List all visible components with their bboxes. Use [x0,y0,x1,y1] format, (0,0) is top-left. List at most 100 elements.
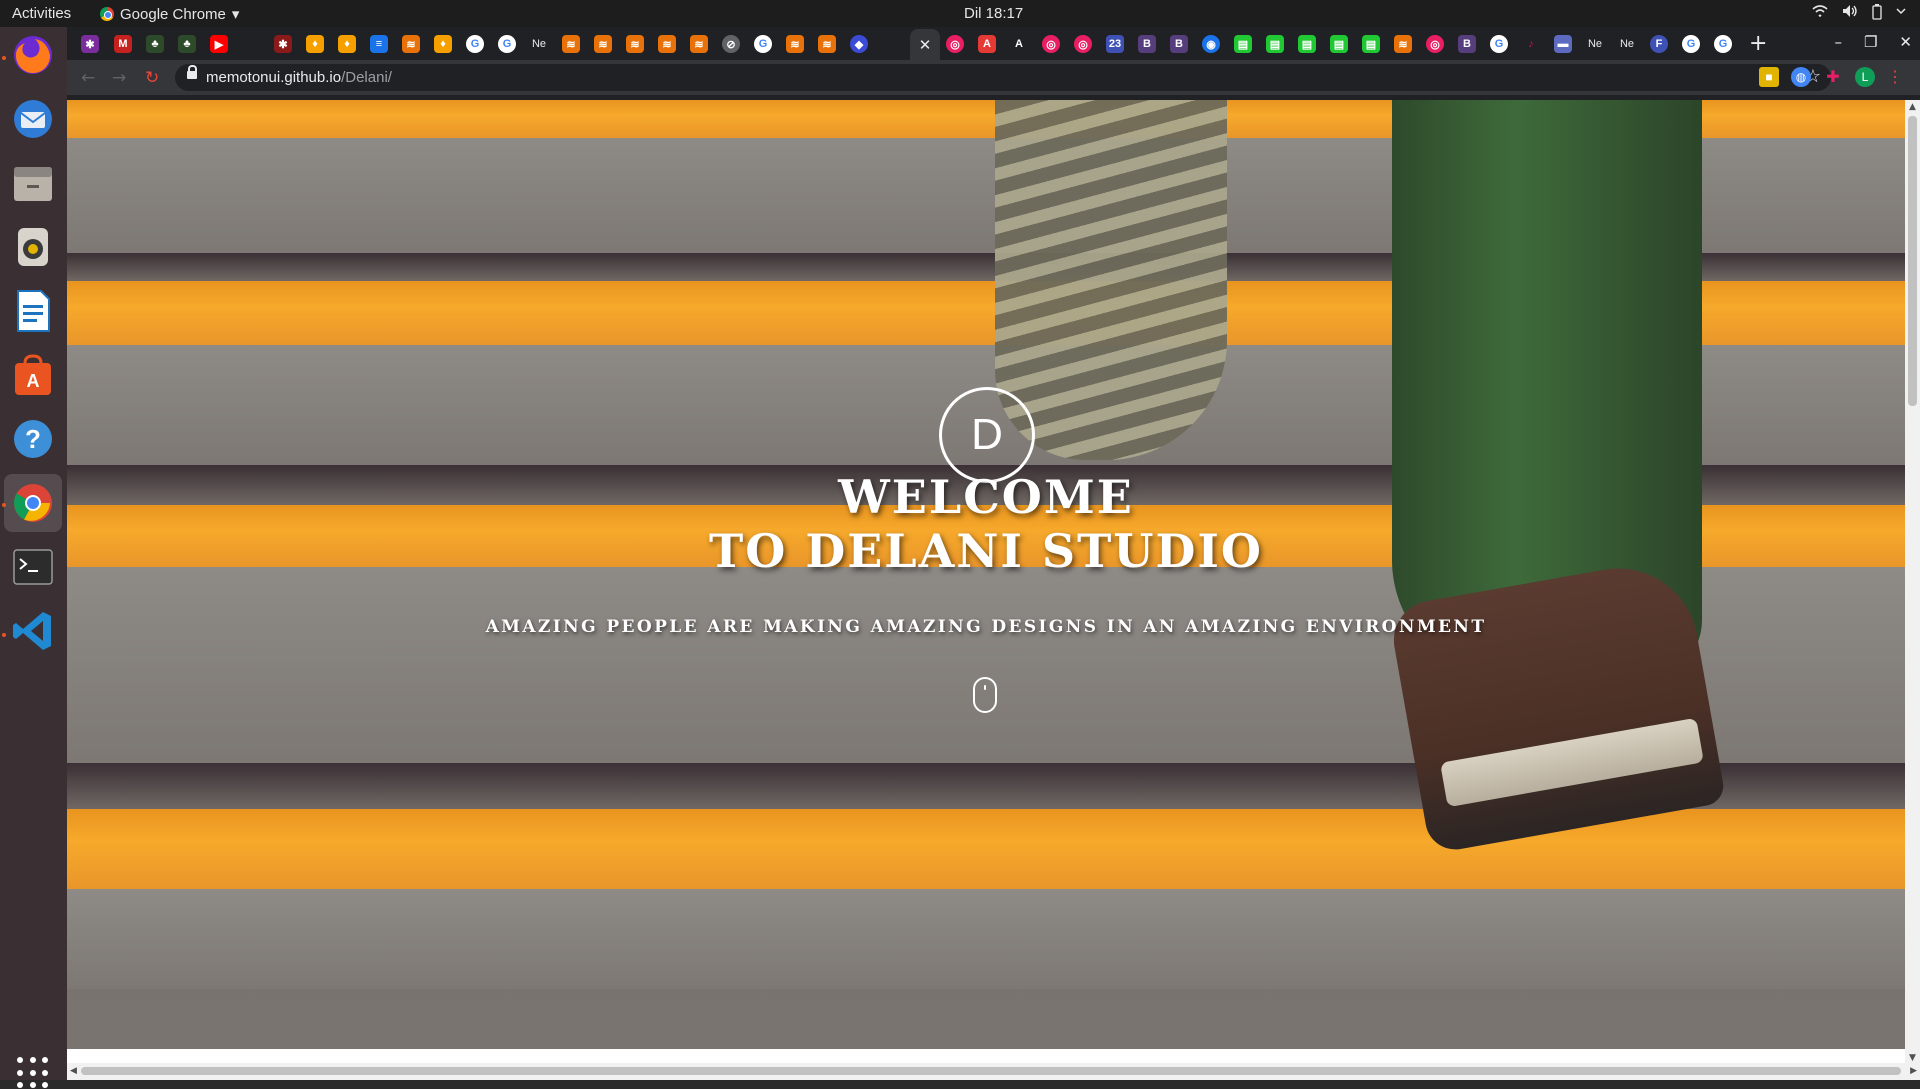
dock-firefox[interactable] [10,32,56,78]
dock-vscode[interactable] [10,608,56,654]
tab-favicon-pink[interactable]: ♪ [1522,35,1540,53]
minimize-button[interactable]: – [1834,33,1842,51]
tab-favicon-monitor[interactable]: ▬ [1554,35,1572,53]
scroll-right-arrow-icon[interactable]: ▶ [1910,1066,1917,1076]
tab-favicon-firebase[interactable]: ♦ [306,35,324,53]
logo-letter: D [971,410,1003,459]
vertical-scrollbar[interactable]: ▲ ▼ [1905,100,1920,1065]
tab-favicon-youtube[interactable]: ▶ [210,35,228,53]
horizontal-scroll-thumb[interactable] [81,1067,1901,1075]
tab-favicon-f[interactable]: F [1650,35,1668,53]
maximize-button[interactable]: ❐ [1864,33,1877,51]
tab-favicon-stackoverflow-8[interactable]: ≋ [818,35,836,53]
scroll-left-arrow-icon[interactable]: ◀ [70,1066,77,1076]
dock-chrome[interactable] [4,474,62,532]
tab-favicon-stackoverflow-2[interactable]: ≋ [562,35,580,53]
url-domain: memotonui.github.io [206,69,342,86]
tab-favicon-ne-3[interactable]: Ne [1618,35,1636,53]
extension-icon[interactable]: ◍ [1791,67,1811,87]
dock-files[interactable] [10,160,56,206]
dock-terminal[interactable] [10,544,56,590]
tab-favicon-green-4[interactable]: ▤ [1330,35,1348,53]
tab-favicon-slack[interactable]: ✱ [81,35,99,53]
tab-favicon-dribbble[interactable]: ◎ [946,35,964,53]
app-menu[interactable]: Google Chrome ▾ [100,5,239,23]
address-bar[interactable]: memotonui.github.io/Delani/ ☆ [175,64,1831,91]
tab-favicon-stackoverflow-7[interactable]: ≋ [786,35,804,53]
lock-extension-icon[interactable]: ■ [1759,67,1779,87]
tab-favicon-green[interactable]: ▤ [1234,35,1252,53]
tab-favicon-stackoverflow[interactable]: ≋ [402,35,420,53]
svg-text:A: A [27,371,40,391]
back-arrow-icon[interactable]: ← [81,68,95,88]
tab-favicon-green-5[interactable]: ▤ [1362,35,1380,53]
tab-favicon-dribbble-3[interactable]: ◎ [1074,35,1092,53]
tab-favicon-firebase-2[interactable]: ♦ [338,35,356,53]
tab-favicon-google-4[interactable]: G [1490,35,1508,53]
tab-favicon-google-3[interactable]: G [754,35,772,53]
terminal-icon [13,549,53,585]
tab-favicon-shield[interactable]: ◆ [850,35,868,53]
tab-favicon-dribbble-4[interactable]: ◎ [1426,35,1444,53]
tab-favicon-bootstrap[interactable]: B [1138,35,1156,53]
tab-favicon-bootstrap-3[interactable]: B [1458,35,1476,53]
tab-favicon-stackoverflow-5[interactable]: ≋ [658,35,676,53]
close-icon[interactable]: ✕ [919,36,932,54]
tab-favicon-ne[interactable]: Ne [530,35,548,53]
tab-favicon-plant[interactable]: ♣ [146,35,164,53]
app-grid-icon[interactable] [17,1057,49,1089]
forward-arrow-icon[interactable]: → [112,68,126,88]
tab-favicon-gmail[interactable]: M [114,35,132,53]
clock[interactable]: Dil 18:17 [964,5,1023,22]
mouse-scroll-icon[interactable] [973,677,997,713]
puzzle-extension-icon[interactable]: ✚ [1823,67,1843,87]
new-tab-button[interactable]: + [1749,31,1767,56]
close-window-button[interactable]: ✕ [1899,33,1912,51]
tab-strip: ✱ M ♣ ♣ ▶ ✱ ♦ ♦ ≡ ≋ ♦ G G Ne ≋ ≋ ≋ ≋ ≋ ⊘… [67,27,1920,60]
tab-favicon-plant-2[interactable]: ♣ [178,35,196,53]
tab-favicon-red[interactable]: ✱ [274,35,292,53]
dock-libreoffice-writer[interactable] [10,288,56,334]
reload-icon[interactable]: ↻ [145,68,159,88]
dock-thunderbird[interactable] [10,96,56,142]
tab-favicon-stackoverflow-3[interactable]: ≋ [594,35,612,53]
tab-favicon-google-2[interactable]: G [498,35,516,53]
tab-favicon-docs[interactable]: ≡ [370,35,388,53]
tab-favicon-calendar[interactable]: 23 [1106,35,1124,53]
tab-favicon-stackoverflow-4[interactable]: ≋ [626,35,644,53]
app-name: Google Chrome [120,5,226,23]
hero-headline: WELCOME TO DELANI STUDIO [636,470,1336,578]
tab-favicon-google-6[interactable]: G [1714,35,1732,53]
system-tray[interactable] [1812,4,1906,20]
dock-software-center[interactable]: A [10,352,56,398]
dock-help[interactable]: ? [10,416,56,462]
tab-favicon-green-3[interactable]: ▤ [1298,35,1316,53]
activities-button[interactable]: Activities [12,5,71,22]
application-dock: A ? [0,27,67,1089]
tab-favicon-stackoverflow-6[interactable]: ≋ [690,35,708,53]
tab-favicon-firebase-3[interactable]: ♦ [434,35,452,53]
tab-favicon-blue-circle[interactable]: ◉ [1202,35,1220,53]
vertical-scroll-thumb[interactable] [1908,116,1917,406]
tab-favicon-green-2[interactable]: ▤ [1266,35,1284,53]
system-top-bar: Activities Google Chrome ▾ Dil 18:17 [0,0,1920,27]
tab-favicon-bootstrap-2[interactable]: B [1170,35,1188,53]
tab-favicon-a[interactable]: A [1010,35,1028,53]
scroll-down-arrow-icon[interactable]: ▼ [1909,1053,1916,1063]
tab-favicon-angular[interactable]: A [978,35,996,53]
horizontal-scrollbar[interactable]: ◀ ▶ [67,1063,1920,1080]
chrome-menu-icon[interactable]: ⋮ [1885,67,1905,87]
studio-logo[interactable]: D [939,387,1035,483]
tab-favicon-dribbble-2[interactable]: ◎ [1042,35,1060,53]
tab-active-delani[interactable]: ✕ [910,29,940,60]
profile-avatar[interactable]: L [1855,67,1875,87]
tab-favicon-google-5[interactable]: G [1682,35,1700,53]
tab-favicon-ne-2[interactable]: Ne [1586,35,1604,53]
dock-rhythmbox[interactable] [10,224,56,270]
tab-favicon-google[interactable]: G [466,35,484,53]
tab-favicon-compass[interactable]: ⊘ [722,35,740,53]
page-viewport: D WELCOME TO DELANI STUDIO AMAZING PEOPL… [67,100,1905,1065]
tab-favicon-stackoverflow-9[interactable]: ≋ [1394,35,1412,53]
scroll-up-arrow-icon[interactable]: ▲ [1909,102,1916,112]
url-text[interactable]: memotonui.github.io/Delani/ [206,69,392,86]
